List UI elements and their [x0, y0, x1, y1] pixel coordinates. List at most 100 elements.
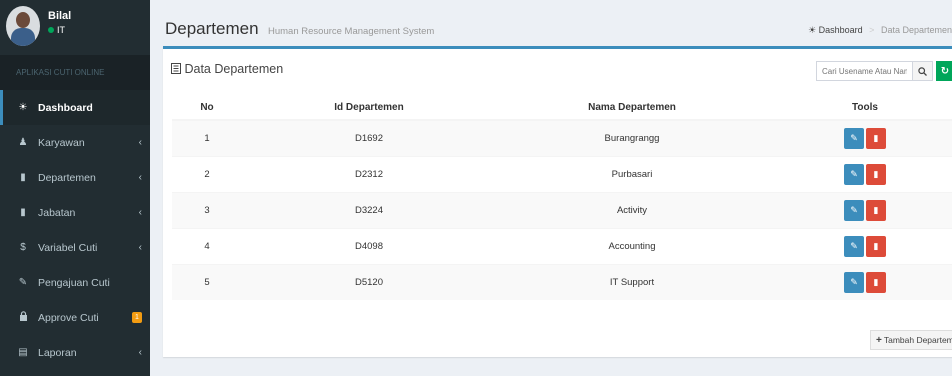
file-icon: ▤ — [18, 347, 28, 358]
column-header-nama[interactable]: Nama Departemen — [496, 96, 768, 121]
table-row: 5 D5120 IT Support ✎ ▮ — [172, 263, 952, 300]
notification-badge: 1 — [132, 312, 142, 323]
chevron-left-icon: ‹ — [138, 137, 142, 148]
departemen-table: No Id Departemen Nama Departemen Tools 1… — [172, 96, 952, 300]
edit-button[interactable]: ✎ — [844, 199, 864, 221]
edit-icon: ✎ — [850, 168, 858, 179]
sidebar-item-label: Pengajuan Cuti — [38, 276, 110, 289]
add-departemen-button[interactable]: + Tambah Departemen — [870, 330, 952, 350]
avatar-body — [11, 28, 35, 46]
sidebar-item-label: Approve Cuti — [38, 311, 99, 324]
search-group: ↻ — [816, 61, 952, 81]
lock-icon — [16, 311, 30, 324]
cell-id: D3224 — [242, 191, 496, 228]
sidebar-item-variabel-cuti[interactable]: $ Variabel Cuti ‹ — [0, 230, 150, 265]
edit-button[interactable]: ✎ — [844, 235, 864, 257]
cell-id: D5120 — [242, 263, 496, 300]
avatar[interactable] — [6, 6, 40, 46]
book-icon: ▮ — [20, 207, 26, 218]
table-header-row: No Id Departemen Nama Departemen Tools — [172, 96, 952, 121]
trash-icon: ▮ — [873, 132, 879, 143]
table-row: 4 D4098 Accounting ✎ ▮ — [172, 227, 952, 264]
column-header-id[interactable]: Id Departemen — [242, 96, 496, 121]
page-title: Departemen — [165, 19, 259, 38]
chevron-left-icon: ‹ — [138, 347, 142, 358]
cell-id: D4098 — [242, 227, 496, 264]
user-icon: ♟ — [18, 137, 28, 148]
delete-button[interactable]: ▮ — [866, 271, 886, 293]
cell-tools: ✎ ▮ — [768, 155, 952, 192]
cell-no: 4 — [172, 227, 242, 264]
delete-button[interactable]: ▮ — [866, 235, 886, 257]
cell-id: D2312 — [242, 155, 496, 192]
column-header-tools: Tools — [768, 96, 952, 121]
sidebar-item-laporan[interactable]: ▤ Laporan ‹ — [0, 335, 150, 370]
edit-button[interactable]: ✎ — [844, 127, 864, 149]
dashboard-icon: ☀ — [18, 102, 28, 113]
cell-no: 3 — [172, 191, 242, 228]
book-icon: ▮ — [20, 172, 26, 183]
sidebar-item-label: Laporan — [38, 346, 77, 359]
cell-id: D1692 — [242, 119, 496, 156]
delete-button[interactable]: ▮ — [866, 163, 886, 185]
cell-tools: ✎ ▮ — [768, 263, 952, 300]
edit-button[interactable]: ✎ — [844, 271, 864, 293]
sidebar-item-label: Dashboard — [38, 101, 93, 114]
sidebar-item-label: Jabatan — [38, 206, 76, 219]
search-button[interactable] — [913, 61, 933, 81]
cell-tools: ✎ ▮ — [768, 227, 952, 264]
user-status: IT — [48, 25, 65, 35]
chevron-left-icon: ‹ — [138, 207, 142, 218]
breadcrumb-separator: > — [869, 25, 875, 35]
chevron-left-icon: ‹ — [138, 172, 142, 183]
refresh-button[interactable]: ↻ — [936, 61, 952, 81]
cell-nama: Activity — [496, 191, 768, 228]
user-status-text: IT — [57, 25, 65, 35]
sidebar-item-approve-cuti[interactable]: Approve Cuti 1 — [0, 300, 150, 335]
trash-icon: ▮ — [873, 204, 879, 215]
sidebar-item-karyawan[interactable]: ♟ Karyawan ‹ — [0, 125, 150, 160]
cell-no: 1 — [172, 119, 242, 156]
delete-button[interactable]: ▮ — [866, 199, 886, 221]
sidebar-item-jabatan[interactable]: ▮ Jabatan ‹ — [0, 195, 150, 230]
online-dot-icon — [48, 27, 54, 33]
list-icon — [171, 62, 184, 76]
cell-nama: Purbasari — [496, 155, 768, 192]
box-title: Data Departemen — [171, 62, 283, 76]
cell-nama: Burangrangg — [496, 119, 768, 156]
edit-icon: ✎ — [850, 132, 858, 143]
edit-icon: ✎ — [850, 240, 858, 251]
table-row: 2 D2312 Purbasari ✎ ▮ — [172, 155, 952, 192]
cell-no: 2 — [172, 155, 242, 192]
column-header-no[interactable]: No — [172, 96, 242, 121]
content-header: Departemen Human Resource Management Sys… — [150, 0, 952, 45]
data-box: Data Departemen ↻ No Id Departemen Nama … — [163, 46, 952, 357]
edit-icon: ✎ — [18, 277, 28, 288]
refresh-icon: ↻ — [940, 65, 950, 77]
sidebar-item-departemen[interactable]: ▮ Departemen ‹ — [0, 160, 150, 195]
chevron-left-icon: ‹ — [138, 242, 142, 253]
user-panel: Bilal IT — [0, 0, 150, 52]
sidebar-item-label: Karyawan — [38, 136, 85, 149]
trash-icon: ▮ — [873, 240, 879, 251]
cell-nama: IT Support — [496, 263, 768, 300]
dashboard-icon: ☀ — [808, 25, 817, 35]
plus-icon: + — [876, 334, 882, 346]
trash-icon: ▮ — [873, 276, 879, 287]
sidebar-item-label: Variabel Cuti — [38, 241, 98, 254]
delete-button[interactable]: ▮ — [866, 127, 886, 149]
trash-icon: ▮ — [873, 168, 879, 179]
cell-tools: ✎ ▮ — [768, 191, 952, 228]
sidebar-item-dashboard[interactable]: ☀ Dashboard — [0, 90, 150, 125]
edit-icon: ✎ — [850, 276, 858, 287]
search-input[interactable] — [816, 61, 913, 81]
edit-button[interactable]: ✎ — [844, 163, 864, 185]
table-row: 1 D1692 Burangrangg ✎ ▮ — [172, 119, 952, 156]
breadcrumb-home[interactable]: Dashboard — [819, 25, 863, 35]
sidebar-header: APLIKASI CUTI ONLINE — [0, 55, 150, 90]
search-icon — [918, 66, 927, 76]
cell-no: 5 — [172, 263, 242, 300]
cell-nama: Accounting — [496, 227, 768, 264]
breadcrumb-current: Data Departemen — [880, 25, 952, 35]
sidebar-item-pengajuan-cuti[interactable]: ✎ Pengajuan Cuti — [0, 265, 150, 300]
